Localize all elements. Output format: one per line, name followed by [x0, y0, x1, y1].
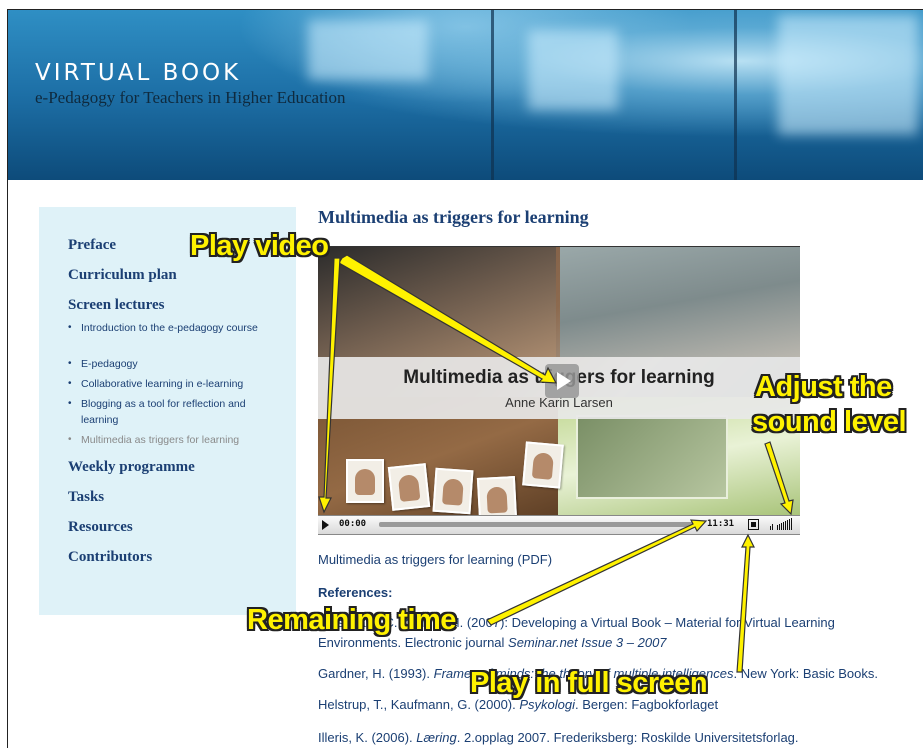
play-overlay-button[interactable]	[545, 364, 579, 398]
reference-source: Læring	[416, 730, 457, 745]
sidebar-item-weekly-programme[interactable]: Weekly programme	[68, 459, 195, 476]
reference-source: Seminar.net Issue 3 – 2007	[508, 635, 667, 650]
video-still-screen	[576, 415, 728, 499]
video-photo	[476, 476, 518, 515]
reference-item: Gardner, H. (1993). Frames of minds: the…	[318, 664, 913, 684]
banner-light	[778, 15, 918, 135]
reference-item: Illeris, K. (2006). Læring. 2.opplag 200…	[318, 728, 913, 748]
video-photo	[522, 441, 564, 489]
page-frame: VIRTUAL BOOK e-Pedagogy for Teachers in …	[7, 9, 923, 748]
reference-text: Environments. Electronic journal	[318, 635, 509, 650]
reference-text: Helstrup, T., Kaufmann, G. (2000).	[318, 697, 520, 712]
sidebar-item-preface[interactable]: Preface	[68, 237, 116, 254]
video-controls: 00:00 11:31	[318, 515, 800, 535]
sidebar-subitem-multimedia-current: Multimedia as triggers for learning	[68, 432, 281, 448]
sidebar-subitem-blogging[interactable]: Blogging as a tool for reflection and le…	[68, 396, 281, 428]
reference-text: . New York: Basic Books.	[733, 666, 878, 681]
elapsed-time: 00:00	[339, 519, 367, 529]
video-photo	[387, 463, 431, 511]
reference-text: Illeris, K. (2006).	[318, 730, 417, 745]
video-still-students	[318, 247, 556, 357]
video-photo	[346, 459, 384, 503]
reference-text: . 2.opplag 2007. Frederiksberg: Roskilde…	[456, 730, 799, 745]
reference-item: Dalsgaard, C. & Ulvik, M. (2007): Develo…	[318, 613, 913, 653]
video-player[interactable]: Multimedia as triggers for learning Anne…	[318, 247, 800, 515]
sidebar-item-curriculum-plan[interactable]: Curriculum plan	[68, 267, 177, 284]
reference-item: Helstrup, T., Kaufmann, G. (2000). Psyko…	[318, 695, 913, 715]
sidebar-subitem-collaborative-learning[interactable]: Collaborative learning in e-learning	[68, 376, 281, 392]
reference-source: Psykologi	[519, 697, 575, 712]
header-banner: VIRTUAL BOOK e-Pedagogy for Teachers in …	[8, 10, 923, 180]
seek-bar[interactable]	[379, 522, 699, 527]
reference-text: Gardner, H. (1993).	[318, 666, 434, 681]
sidebar-item-screen-lectures[interactable]: Screen lectures	[68, 297, 165, 314]
banner-window-frame	[734, 10, 737, 180]
volume-icon[interactable]	[768, 518, 798, 531]
references-heading: References:	[318, 585, 393, 600]
remaining-time: 11:31	[707, 519, 735, 529]
video-still-stairs	[560, 247, 800, 357]
pdf-link[interactable]: Multimedia as triggers for learning (PDF…	[318, 552, 552, 567]
reference-text: Dalsgaard, C. & Ulvik, M. (2007): Develo…	[318, 615, 835, 630]
reference-text: . Bergen: Fagbokforlaget	[575, 697, 719, 712]
banner-light	[528, 30, 618, 110]
banner-window-frame	[491, 10, 494, 180]
site-subtitle: e-Pedagogy for Teachers in Higher Educat…	[35, 88, 346, 107]
sidebar-item-contributors[interactable]: Contributors	[68, 549, 152, 566]
sidebar-item-resources[interactable]: Resources	[68, 519, 133, 536]
play-icon[interactable]	[322, 520, 329, 530]
sidebar-subitem-e-pedagogy[interactable]: E-pedagogy	[68, 356, 281, 372]
reference-source: Frames of minds: the theory of multiple …	[433, 666, 734, 681]
sidebar-item-tasks[interactable]: Tasks	[68, 489, 104, 506]
fullscreen-icon[interactable]	[748, 519, 759, 530]
site-title: VIRTUAL BOOK	[35, 60, 242, 86]
video-photo	[432, 467, 474, 515]
banner-light	[308, 20, 428, 80]
sidebar-subitem-introduction[interactable]: Introduction to the e-pedagogy course	[68, 320, 281, 336]
page-title: Multimedia as triggers for learning	[318, 207, 589, 227]
sidebar: Preface Curriculum plan Screen lectures …	[39, 207, 296, 615]
